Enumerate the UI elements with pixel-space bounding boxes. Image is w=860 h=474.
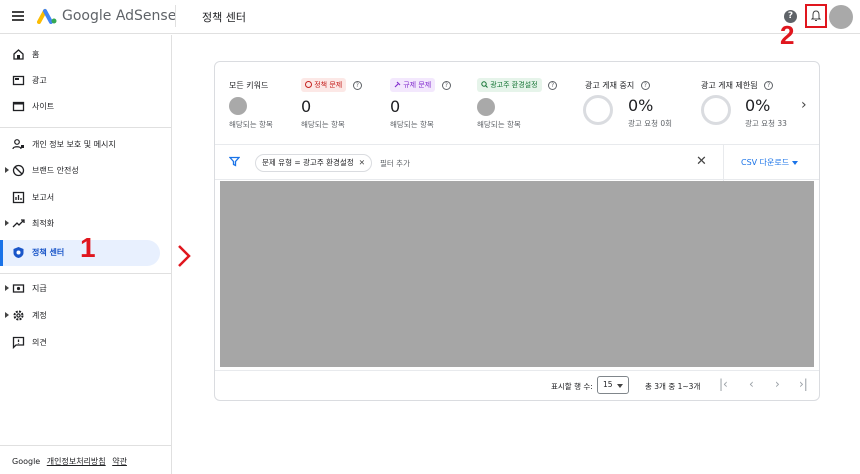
sidebar-item-label: 의견 — [32, 338, 47, 347]
expand-caret-icon[interactable] — [5, 220, 9, 226]
sidebar-item-label: 계정 — [32, 311, 47, 320]
alert-icon — [305, 81, 312, 88]
gavel-icon — [394, 81, 401, 88]
next-metrics-button[interactable]: › — [801, 97, 807, 113]
sidebar-item-label: 광고 — [32, 76, 47, 85]
regulation-issue-chip: 규제 문제 — [390, 78, 436, 92]
previous-page-button[interactable]: ‹ — [749, 377, 754, 391]
sites-icon — [12, 101, 25, 112]
annotation-number-2: 2 — [780, 20, 795, 50]
remove-filter-icon[interactable]: ✕ — [359, 158, 365, 167]
loading-placeholder-circle — [229, 97, 247, 115]
next-page-button[interactable]: › — [775, 377, 780, 391]
sidebar-item-brand-safety[interactable]: 브랜드 안전성 — [0, 158, 160, 184]
sidebar-item-label: 개인 정보 보호 및 메시지 — [32, 140, 116, 149]
metric-policy-issues[interactable]: 정책 문제 ? 0 해당되는 항목 — [301, 78, 362, 129]
filter-separator — [723, 145, 724, 181]
menu-icon[interactable] — [12, 11, 24, 21]
policy-summary-card: 모든 키워드 해당되는 항목 정책 문제 ? 0 해당되는 항목 규제 문제 ?… — [214, 61, 820, 401]
sidebar-divider — [0, 127, 172, 128]
ads-icon — [12, 75, 25, 86]
ad-limited-ring — [701, 95, 731, 125]
sidebar-item-privacy[interactable]: 개인 정보 보호 및 메시지 — [0, 132, 160, 158]
clear-filters-button[interactable]: ✕ — [696, 154, 707, 169]
rows-per-page-select[interactable]: 15 — [597, 376, 629, 394]
metric-ad-serving-limited[interactable]: 광고 게재 제한됨 ? — [701, 80, 774, 91]
home-icon — [13, 49, 24, 60]
brand-name[interactable]: Google AdSense — [62, 8, 176, 24]
annotation-number-1: 1 — [80, 232, 96, 263]
payments-icon — [12, 284, 25, 293]
page-range-text: 총 3개 중 1~3개 — [645, 382, 701, 391]
privacy-icon — [12, 139, 24, 150]
sidebar-item-label: 최적화 — [32, 219, 55, 228]
gear-icon — [13, 310, 24, 321]
bell-icon — [811, 10, 821, 21]
sidebar-item-label: 홈 — [32, 50, 40, 59]
notifications-button[interactable] — [805, 4, 827, 28]
expand-caret-icon[interactable] — [5, 167, 9, 173]
last-page-button[interactable]: ›| — [799, 377, 808, 391]
sidebar-item-account[interactable]: 계정 — [0, 303, 160, 329]
sidebar-item-feedback[interactable]: 의견 — [0, 330, 160, 356]
sidebar-item-label: 정책 센터 — [32, 248, 65, 257]
first-page-button[interactable]: |‹ — [719, 377, 728, 391]
sidebar-divider — [0, 445, 172, 446]
privacy-policy-link[interactable]: 개인정보처리방침 — [47, 457, 106, 466]
help-icon[interactable]: ? — [764, 81, 774, 90]
add-filter-input[interactable]: 필터 추가 — [380, 158, 410, 169]
filter-chip[interactable]: 문제 유형 = 광고주 환경설정 ✕ — [255, 154, 373, 172]
dropdown-arrow-icon — [617, 384, 623, 388]
pagination-bar: 표시할 행 수: 15 총 3개 중 1~3개 |‹ ‹ › ›| — [215, 370, 819, 400]
top-bar: Google AdSense 정책 센터 ? — [0, 0, 860, 34]
help-icon[interactable]: ? — [548, 80, 558, 90]
dropdown-arrow-icon — [792, 160, 799, 165]
adsense-logo-icon — [37, 9, 57, 24]
policy-issue-chip: 정책 문제 — [301, 78, 347, 92]
help-icon[interactable]: ? — [441, 80, 451, 90]
filter-bar: 문제 유형 = 광고주 환경설정 ✕ 필터 추가 ✕ CSV 다운로드 — [215, 144, 819, 181]
sidebar-item-payments[interactable]: 지급 — [0, 276, 160, 302]
header-divider — [175, 5, 176, 27]
sidebar-item-ads[interactable]: 광고 — [0, 68, 160, 94]
red-chevron-annotation-icon — [178, 245, 191, 267]
expand-caret-icon[interactable] — [5, 285, 9, 291]
sidebar: 홈 광고 사이트 개인 정보 보호 및 메시지 브랜드 안전성 보고서 최적화 … — [0, 35, 172, 474]
metric-regulation-issues[interactable]: 규제 문제 ? 0 해당되는 항목 — [390, 78, 451, 129]
sidebar-item-home[interactable]: 홈 — [0, 42, 160, 68]
sidebar-item-sites[interactable]: 사이트 — [0, 94, 160, 120]
help-icon[interactable]: ? — [352, 80, 362, 90]
sidebar-item-label: 보고서 — [32, 193, 55, 202]
reports-icon — [12, 191, 25, 204]
ad-stopped-ring — [583, 95, 613, 125]
avatar[interactable] — [829, 5, 853, 29]
sidebar-item-label: 브랜드 안전성 — [32, 166, 79, 175]
terms-link[interactable]: 약관 — [112, 457, 127, 466]
block-icon — [12, 164, 25, 177]
advertiser-settings-chip: 광고주 환경설정 — [477, 78, 542, 92]
metric-ad-serving-stopped[interactable]: 광고 게재 중지 ? — [585, 80, 650, 91]
sidebar-footer: Google 개인정보처리방침 약관 — [12, 457, 127, 466]
shield-icon — [13, 247, 24, 258]
feedback-icon — [12, 336, 25, 349]
metric-advertiser-settings[interactable]: 광고주 환경설정 ? 해당되는 항목 — [477, 78, 558, 129]
sidebar-divider — [0, 273, 172, 274]
metric-all-keywords[interactable]: 모든 키워드 해당되는 항목 — [229, 80, 273, 129]
sidebar-item-label: 사이트 — [32, 102, 55, 111]
csv-download-button[interactable]: CSV 다운로드 — [741, 157, 799, 168]
sidebar-item-label: 지급 — [32, 284, 47, 293]
sidebar-item-reports[interactable]: 보고서 — [0, 185, 160, 211]
rows-per-page-label: 표시할 행 수: — [551, 382, 593, 391]
loading-placeholder-circle — [477, 98, 495, 116]
search-settings-icon — [481, 81, 488, 88]
filter-icon[interactable] — [229, 156, 240, 167]
page-title: 정책 센터 — [202, 11, 246, 24]
expand-caret-icon[interactable] — [5, 312, 9, 318]
trend-icon — [12, 219, 25, 228]
help-icon[interactable]: ? — [640, 81, 650, 90]
table-placeholder-block — [220, 181, 814, 367]
